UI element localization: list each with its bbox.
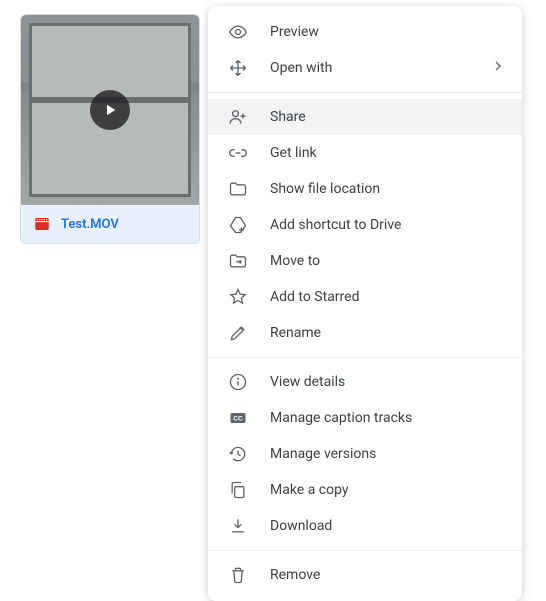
play-icon xyxy=(90,90,130,130)
folder-icon xyxy=(228,179,248,199)
pencil-icon xyxy=(228,323,248,343)
video-file-icon xyxy=(33,215,51,233)
menu-item-label: Share xyxy=(270,109,306,125)
copy-icon xyxy=(228,480,248,500)
file-name: Test.MOV xyxy=(61,217,119,232)
menu-item-label: Manage caption tracks xyxy=(270,410,412,426)
context-menu: Preview Open with Share Get link Show file l… xyxy=(208,6,522,601)
link-icon xyxy=(228,143,248,163)
menu-item-star[interactable]: Add to Starred xyxy=(208,279,522,315)
info-icon xyxy=(228,372,248,392)
menu-divider xyxy=(208,357,522,358)
download-icon xyxy=(228,516,248,536)
folder-move-icon xyxy=(228,251,248,271)
drive-add-icon xyxy=(228,215,248,235)
menu-item-captions[interactable]: CC Manage caption tracks xyxy=(208,400,522,436)
menu-item-preview[interactable]: Preview xyxy=(208,14,522,50)
menu-item-label: Preview xyxy=(270,24,319,40)
menu-item-label: Remove xyxy=(270,567,320,583)
menu-item-share[interactable]: Share xyxy=(208,99,522,135)
svg-text:CC: CC xyxy=(233,416,243,423)
menu-item-rename[interactable]: Rename xyxy=(208,315,522,351)
menu-item-label: Rename xyxy=(270,325,321,341)
file-footer[interactable]: Test.MOV xyxy=(21,205,199,243)
menu-item-shortcut[interactable]: Add shortcut to Drive xyxy=(208,207,522,243)
menu-item-label: Get link xyxy=(270,145,317,161)
menu-item-label: Move to xyxy=(270,253,320,269)
menu-item-versions[interactable]: Manage versions xyxy=(208,436,522,472)
history-icon xyxy=(228,444,248,464)
file-card[interactable]: Test.MOV xyxy=(20,14,200,244)
menu-item-label: Make a copy xyxy=(270,482,349,498)
menu-item-location[interactable]: Show file location xyxy=(208,171,522,207)
menu-item-label: Manage versions xyxy=(270,446,376,462)
menu-item-label: Open with xyxy=(270,60,332,76)
menu-item-label: Show file location xyxy=(270,181,380,197)
trash-icon xyxy=(228,565,248,585)
menu-item-label: Add shortcut to Drive xyxy=(270,217,401,233)
eye-icon xyxy=(228,22,248,42)
chevron-right-icon xyxy=(490,58,506,78)
menu-item-openwith[interactable]: Open with xyxy=(208,50,522,86)
menu-item-getlink[interactable]: Get link xyxy=(208,135,522,171)
person-add-icon xyxy=(228,107,248,127)
star-icon xyxy=(228,287,248,307)
menu-item-label: Add to Starred xyxy=(270,289,359,305)
move-arrows-icon xyxy=(228,58,248,78)
menu-item-copy[interactable]: Make a copy xyxy=(208,472,522,508)
menu-item-details[interactable]: View details xyxy=(208,364,522,400)
menu-divider xyxy=(208,550,522,551)
captions-icon: CC xyxy=(228,408,248,428)
menu-item-label: View details xyxy=(270,374,345,390)
menu-item-moveto[interactable]: Move to xyxy=(208,243,522,279)
menu-divider xyxy=(208,92,522,93)
menu-item-label: Download xyxy=(270,518,332,534)
file-thumbnail[interactable] xyxy=(21,15,199,205)
menu-item-download[interactable]: Download xyxy=(208,508,522,544)
